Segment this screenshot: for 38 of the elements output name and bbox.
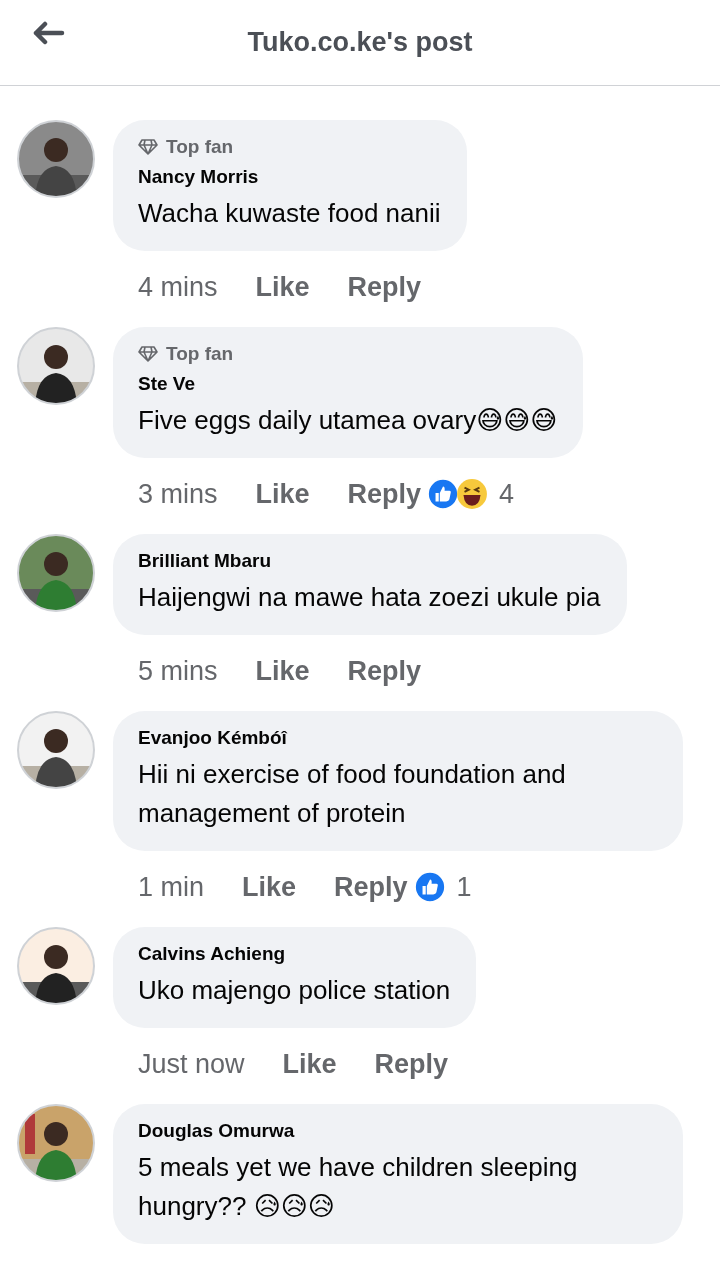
reaction-count: 1	[456, 871, 472, 903]
commenter-name[interactable]: Douglas Omurwa	[138, 1120, 657, 1142]
commenter-name[interactable]: Evanjoo Kémbóî	[138, 727, 657, 749]
comment-time: 3 mins	[138, 478, 218, 510]
comment-text: Hii ni exercise of food foundation and management of protein	[138, 758, 567, 830]
comment-text: Haijengwi na mawe hata zoezi ukule pia	[138, 581, 601, 614]
diamond-icon	[138, 346, 158, 362]
commenter-name[interactable]: Brilliant Mbaru	[138, 550, 601, 572]
reply-link[interactable]: Reply	[347, 655, 422, 687]
reply-link[interactable]: Reply	[374, 1048, 449, 1080]
laughing-face-icon	[456, 478, 489, 510]
comment-time: 4 mins	[138, 271, 218, 303]
diamond-icon	[138, 139, 158, 155]
reply-link[interactable]: Reply	[334, 871, 408, 903]
commenter-name[interactable]: Calvins Achieng	[138, 943, 451, 965]
like-link[interactable]: Like	[255, 478, 310, 510]
commenter-name[interactable]: Nancy Morris	[138, 166, 441, 188]
comment-time: 5 mins	[138, 655, 218, 687]
thumbs-up-reaction-icon	[413, 871, 446, 903]
like-link[interactable]: Like	[255, 655, 310, 687]
like-link[interactable]: Like	[242, 871, 297, 903]
reaction-count: 4	[499, 478, 515, 510]
page-title: Tuko.co.ke's post	[247, 27, 473, 58]
like-link[interactable]: Like	[255, 271, 310, 303]
like-link[interactable]: Like	[282, 1048, 337, 1080]
comment-text: Wacha kuwaste food nanii	[138, 197, 441, 230]
comment-text: Uko majengo police station	[138, 974, 451, 1007]
back-arrow-icon[interactable]	[33, 21, 65, 45]
comment-time: 1 min	[138, 871, 205, 903]
comment-text: 5 meals yet we have children sleeping hungry?? 😥😥😥	[138, 1151, 579, 1223]
thumbs-up-reaction-icon	[427, 478, 460, 510]
top-fan-label: Top fan	[166, 136, 234, 158]
commenter-name[interactable]: Ste Ve	[138, 373, 558, 395]
top-fan-label: Top fan	[166, 343, 234, 365]
reply-link[interactable]: Reply	[347, 271, 422, 303]
comment-time: Just now	[138, 1048, 245, 1080]
comment-text: Five eggs daily utamea ovary😅😅😅	[138, 404, 558, 437]
reply-link[interactable]: Reply	[347, 478, 422, 510]
